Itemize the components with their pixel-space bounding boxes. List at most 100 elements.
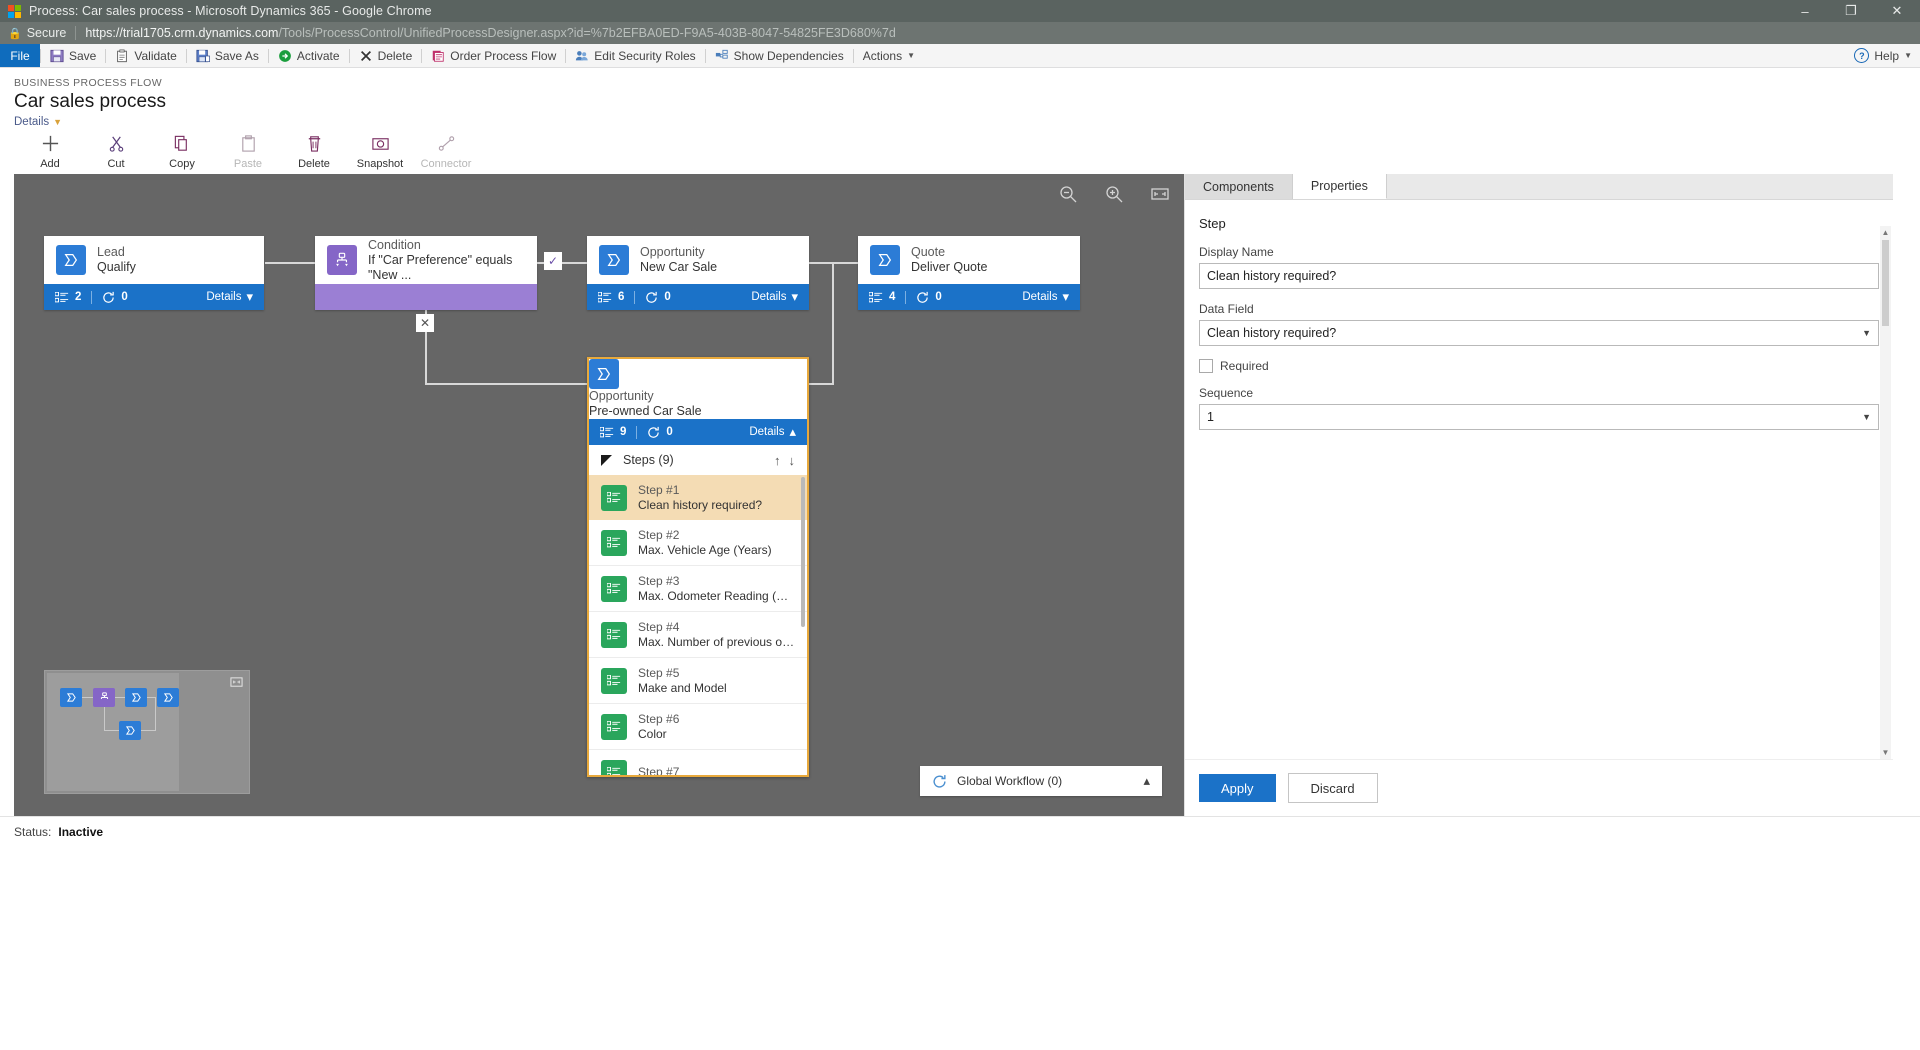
loops-counter: 0 [647, 426, 673, 439]
step-list-item[interactable]: Step #7 [589, 750, 807, 775]
help-icon: ? [1854, 48, 1870, 63]
add-button[interactable]: Add [22, 134, 78, 170]
page-title: Car sales process [14, 91, 167, 112]
chevron-down-icon: ▼ [1862, 412, 1871, 422]
step-label: Clean history required? [638, 497, 763, 512]
close-button[interactable]: ✕ [1874, 0, 1920, 22]
display-name-input[interactable]: Clean history required? [1199, 263, 1879, 289]
details-label: Details [1022, 291, 1058, 303]
order-process-flow-button[interactable]: Order Process Flow [422, 44, 565, 67]
step-text: Step #4 Max. Number of previous ow... [638, 620, 796, 650]
apply-button[interactable]: Apply [1199, 774, 1276, 802]
save-button[interactable]: Save [41, 44, 105, 67]
step-icon [601, 575, 627, 602]
zoom-in-icon[interactable] [1104, 184, 1124, 204]
collapse-triangle-icon[interactable] [601, 454, 612, 466]
loops-counter: 0 [645, 291, 671, 304]
steps-list[interactable]: Step #1 Clean history required? Step #2 … [589, 475, 807, 775]
edit-security-roles-button[interactable]: Edit Security Roles [566, 44, 704, 67]
scroll-up-arrow[interactable]: ▲ [1880, 226, 1891, 239]
file-menu-button[interactable]: File [0, 44, 40, 67]
window-title: Process: Car sales process - Microsoft D… [29, 4, 432, 18]
move-step-up-button[interactable]: ↑ [774, 453, 781, 468]
delete-button[interactable]: Delete [350, 44, 422, 67]
actions-menu-button[interactable]: Actions ▼ [854, 44, 924, 67]
steps-scrollbar[interactable] [801, 477, 805, 627]
tab-properties[interactable]: Properties [1292, 174, 1387, 199]
step-label: Max. Number of previous ow... [638, 634, 796, 649]
zoom-controls [1058, 184, 1170, 204]
discard-button[interactable]: Discard [1287, 773, 1378, 803]
condition-false-marker[interactable]: ✕ [416, 314, 434, 332]
chevron-down-icon: ▼ [907, 51, 916, 60]
step-list-item[interactable]: Step #2 Max. Vehicle Age (Years) [589, 520, 807, 566]
stage-card-opportunity-new[interactable]: Opportunity New Car Sale 6 0 Details ▾ [587, 236, 809, 310]
chevron-up-icon[interactable]: ▴ [1143, 773, 1150, 789]
step-label: Max. Vehicle Age (Years) [638, 542, 772, 557]
required-checkbox-row[interactable]: Required [1199, 359, 1879, 373]
step-list-item[interactable]: Step #5 Make and Model [589, 658, 807, 704]
snapshot-button[interactable]: Snapshot [352, 134, 408, 170]
sequence-select[interactable]: 1 ▼ [1199, 404, 1879, 430]
stage-entity-name: Condition [368, 237, 421, 252]
zoom-out-icon[interactable] [1058, 184, 1078, 204]
scroll-down-arrow[interactable]: ▼ [1880, 746, 1891, 759]
move-step-down-button[interactable]: ↓ [789, 453, 796, 468]
stage-card-quote[interactable]: Quote Deliver Quote 4 0 Details ▾ [858, 236, 1080, 310]
scrollbar-thumb[interactable] [1882, 240, 1889, 326]
refresh-icon [932, 774, 947, 789]
condition-true-marker[interactable]: ✓ [544, 252, 562, 270]
connector-button[interactable]: Connector [418, 134, 474, 170]
sequence-label: Sequence [1199, 386, 1254, 400]
step-list-item[interactable]: Step #3 Max. Odometer Reading (Max) [589, 566, 807, 612]
step-list-item[interactable]: Step #4 Max. Number of previous ow... [589, 612, 807, 658]
delete-shape-button[interactable]: Delete [286, 134, 342, 170]
properties-scrollbar[interactable]: ▲ ▼ [1880, 226, 1891, 759]
activate-button[interactable]: Activate [269, 44, 349, 67]
help-button[interactable]: ? Help ▼ [1854, 44, 1912, 67]
add-label: Add [40, 158, 60, 170]
save-as-label: Save As [214, 48, 259, 63]
stage-header: Condition If "Car Preference" equals "Ne… [315, 236, 537, 284]
properties-section-title: Step [1199, 216, 1226, 231]
stage-card-lead[interactable]: Lead Qualify 2 0 Details ▾ [44, 236, 264, 310]
copy-button[interactable]: Copy [154, 134, 210, 170]
page-header: BUSINESS PROCESS FLOW Car sales process … [0, 68, 1920, 128]
step-list-item[interactable]: Step #6 Color [589, 704, 807, 750]
cut-button[interactable]: Cut [88, 134, 144, 170]
stage-display-name: Deliver Quote [911, 260, 988, 274]
stage-details-toggle[interactable]: Details ▾ [1022, 289, 1069, 305]
canvas-minimap[interactable] [44, 670, 250, 794]
minimize-button[interactable]: – [1782, 0, 1828, 22]
stage-details-toggle[interactable]: Details ▴ [749, 424, 796, 440]
details-label: Details [206, 291, 242, 303]
status-bar: Status: Inactive [0, 816, 1920, 847]
chevron-down-icon: ▾ [1062, 289, 1069, 304]
details-toggle[interactable]: Details ▼ [14, 113, 1920, 128]
minimap-toggle-icon[interactable] [230, 676, 243, 689]
stage-text: Condition If "Car Preference" equals "Ne… [368, 238, 525, 283]
step-icon [601, 759, 627, 775]
validate-button[interactable]: Validate [106, 44, 185, 67]
paste-icon [239, 134, 258, 153]
browser-address-bar[interactable]: 🔒 Secure https://trial1705.crm.dynamics.… [0, 22, 1920, 44]
step-list-item[interactable]: Step #1 Clean history required? [589, 475, 807, 520]
stage-details-toggle[interactable]: Details ▾ [751, 289, 798, 305]
stage-details-toggle[interactable]: Details ▾ [206, 289, 253, 305]
show-dependencies-button[interactable]: Show Dependencies [706, 44, 853, 67]
required-checkbox[interactable] [1199, 359, 1213, 373]
save-as-button[interactable]: Save As [187, 44, 268, 67]
maximize-button[interactable]: ❐ [1828, 0, 1874, 22]
paste-button[interactable]: Paste [220, 134, 276, 170]
stage-card-opportunity-preowned[interactable]: Opportunity Pre-owned Car Sale 9 0 Detai… [587, 357, 809, 777]
minimap-connector [114, 697, 125, 698]
footer-divider [91, 290, 93, 304]
tab-components[interactable]: Components [1185, 174, 1293, 199]
global-workflow-bar[interactable]: Global Workflow (0) ▴ [920, 766, 1162, 796]
sequence-value: 1 [1207, 410, 1214, 424]
fit-to-screen-icon[interactable] [1150, 184, 1170, 204]
data-field-select[interactable]: Clean history required? ▼ [1199, 320, 1879, 346]
stage-footer: 9 0 Details ▴ [589, 419, 807, 445]
process-designer-canvas[interactable]: ✓ ✕ Lead Qualify 2 0 Details ▾ Condition… [14, 174, 1184, 816]
stage-card-condition[interactable]: Condition If "Car Preference" equals "Ne… [315, 236, 537, 310]
